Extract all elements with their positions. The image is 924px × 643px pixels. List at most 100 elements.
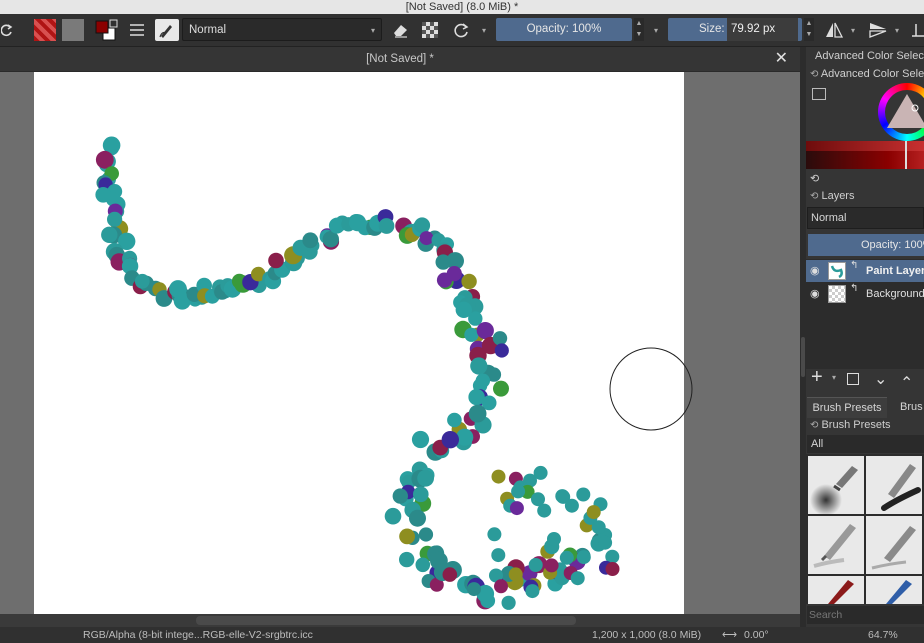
chevron-down-icon[interactable]: ▾	[848, 19, 858, 41]
document-tab[interactable]: [Not Saved] * ✕	[0, 47, 800, 72]
paint-dab	[476, 322, 494, 340]
paint-dab	[508, 567, 523, 582]
brush-search-placeholder: Search	[809, 609, 843, 621]
paint-dab	[570, 571, 585, 586]
paint-dab	[413, 486, 429, 503]
brush-preset-item[interactable]	[808, 516, 864, 574]
brush-preset-item[interactable]	[866, 576, 922, 604]
paint-dab	[528, 558, 543, 572]
layer-blend-mode-select[interactable]: Normal	[807, 207, 924, 229]
tab-brush-second[interactable]: Brus	[890, 397, 924, 417]
color-history-strip[interactable]	[806, 141, 924, 169]
layer-link-icon[interactable]: ↰	[850, 260, 858, 277]
fg-bg-color-selector[interactable]	[93, 19, 119, 41]
paint-dab	[491, 469, 506, 484]
wrap-icon[interactable]	[910, 19, 924, 41]
size-spinbox[interactable]: ▲ ▼	[804, 18, 814, 41]
image-canvas[interactable]	[34, 72, 684, 614]
paint-dab	[492, 331, 508, 346]
brush-tag-filter-value: All	[811, 438, 824, 450]
chevron-down-icon[interactable]: ▾	[892, 19, 902, 41]
eraser-icon[interactable]	[389, 19, 411, 41]
tab-brush-presets[interactable]: Brush Presets	[807, 397, 887, 418]
paint-dab	[475, 373, 490, 388]
status-image-size: 1,200 x 1,000 (8.0 MiB)	[592, 629, 702, 641]
layer-row-background[interactable]: ◉ ↰ Background	[806, 283, 924, 305]
paint-dab	[464, 327, 479, 342]
paint-dab	[491, 548, 506, 563]
refresh-icon[interactable]: ⟲	[810, 172, 819, 185]
redo-icon[interactable]	[0, 19, 14, 41]
horizontal-scrollbar[interactable]	[0, 614, 800, 627]
brush-presets-title-label: Brush Presets	[821, 419, 891, 431]
tool-options-bar: Normal ▾ ▾ Opacity: 100% ▲ ▼ ▾ Size: 79.9…	[0, 14, 924, 47]
paint-dab	[511, 484, 526, 499]
color-wheel[interactable]	[878, 83, 924, 141]
move-layer-down-icon[interactable]: ⌄	[874, 369, 887, 389]
right-dock: Advanced Color Selecto ⟲ Advanced Color …	[806, 47, 924, 637]
layer-name[interactable]: Paint Layer	[866, 260, 924, 282]
paint-dab	[605, 562, 620, 576]
brush-preset-icon[interactable]	[155, 19, 179, 41]
reload-preset-icon[interactable]	[449, 19, 473, 41]
chevron-down-icon[interactable]: ▾	[832, 373, 836, 382]
gradient-swatch[interactable]	[34, 19, 56, 41]
brush-preset-item[interactable]	[808, 456, 864, 514]
paint-dab	[436, 272, 453, 288]
brush-search-input[interactable]: Search	[807, 606, 924, 624]
paint-dab	[417, 469, 434, 487]
paint-dab	[107, 211, 123, 227]
layer-opacity-slider[interactable]: Opacity: 100%	[808, 234, 924, 256]
status-zoom[interactable]: 64.7%	[868, 627, 898, 643]
color-settings-icon[interactable]	[812, 88, 826, 100]
layer-link-icon[interactable]: ↰	[850, 283, 858, 300]
canvas-area[interactable]	[0, 72, 800, 614]
chevron-down-icon[interactable]: ▾	[650, 19, 662, 41]
paint-dab	[441, 431, 459, 449]
paint-dab	[576, 550, 591, 565]
pattern-swatch[interactable]	[62, 19, 84, 41]
add-layer-icon[interactable]: +	[811, 366, 823, 389]
mirror-horizontal-icon[interactable]	[822, 19, 846, 41]
layers-title-label: Layers	[821, 190, 855, 202]
vertical-scrollbar-thumb[interactable]	[801, 337, 805, 377]
brush-preset-item[interactable]	[866, 516, 922, 574]
paint-dab	[494, 343, 509, 358]
close-icon[interactable]: ✕	[775, 47, 788, 71]
brush-preset-item[interactable]	[866, 456, 922, 514]
opacity-slider[interactable]: Opacity: 100%	[496, 18, 632, 41]
blend-mode-select[interactable]: Normal ▾	[182, 18, 382, 41]
mirror-vertical-icon[interactable]	[866, 19, 890, 41]
eye-icon[interactable]: ◉	[810, 283, 820, 305]
eye-icon[interactable]: ◉	[810, 260, 820, 282]
paint-dab	[456, 428, 474, 446]
move-layer-up-icon[interactable]: ⌃	[900, 373, 913, 393]
paint-dab	[525, 584, 540, 599]
brush-preset-grid	[806, 454, 924, 604]
status-color-profile: RGB/Alpha (8-bit intege...RGB-elle-V2-sr…	[83, 629, 313, 641]
refresh-icon: ⟲	[810, 69, 819, 80]
chevron-down-icon[interactable]: ▾	[478, 19, 490, 41]
layer-row-paint-layer[interactable]: ◉ ↰ Paint Layer	[806, 260, 924, 282]
paint-dab	[487, 527, 502, 542]
brush-outline-cursor	[609, 347, 693, 431]
scrollbar-thumb[interactable]	[196, 616, 576, 625]
brush-settings-icon[interactable]	[126, 19, 148, 41]
paint-dab	[455, 301, 472, 318]
paint-dab	[555, 489, 570, 504]
paint-dab	[591, 520, 606, 535]
size-slider[interactable]: Size: 79.92 px	[668, 18, 802, 41]
duplicate-layer-icon[interactable]	[847, 373, 859, 385]
preserve-alpha-icon[interactable]	[419, 19, 441, 41]
brush-tag-filter-select[interactable]: All	[807, 435, 924, 453]
paint-dab	[544, 558, 559, 573]
paint-dab	[101, 226, 118, 243]
document-tab-title: [Not Saved] *	[366, 53, 434, 65]
brush-preset-item[interactable]	[808, 576, 864, 604]
rotation-icon: ⟷	[722, 629, 738, 641]
panel-subtitle-advanced-color-selector: ⟲ Advanced Color Selec	[810, 66, 924, 82]
brush-presets-panel-title: ⟲ Brush Presets	[810, 417, 924, 433]
paint-dab	[598, 535, 613, 550]
layer-name[interactable]: Background	[866, 283, 924, 305]
opacity-spinbox[interactable]: ▲ ▼	[634, 18, 644, 41]
